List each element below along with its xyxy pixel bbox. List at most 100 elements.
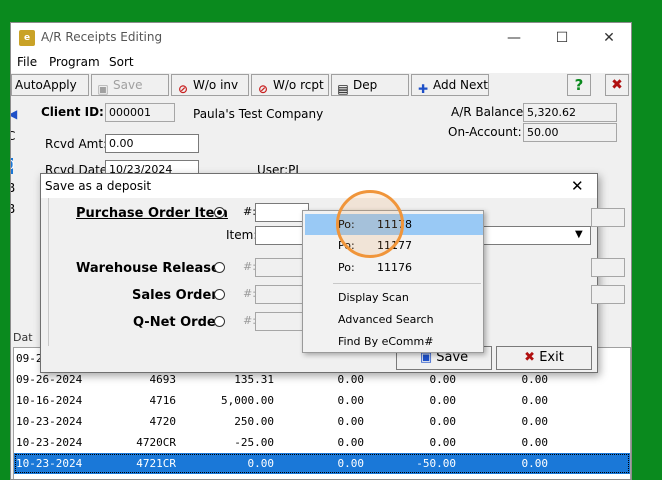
grid-header-date: Dat — [13, 331, 33, 344]
row-col-b: -50.00 — [416, 457, 456, 470]
popup-display-scan-label: Display Scan — [338, 291, 409, 304]
row-col-a: 0.00 — [337, 394, 365, 407]
dialog-exit-button[interactable]: ✖ Exit — [496, 346, 592, 370]
row-amount: -25.00 — [234, 436, 274, 449]
row-col-b: 0.00 — [429, 436, 457, 449]
popup-advanced-search[interactable]: Advanced Search — [305, 309, 483, 330]
background-field-fragment — [591, 208, 625, 227]
wr-number-label: #: — [243, 260, 256, 273]
chevron-down-icon[interactable]: ▼ — [575, 229, 583, 240]
sales-order-radio[interactable] — [214, 289, 225, 300]
row-date: 10-23-2024 — [16, 436, 83, 449]
row-col-c: 0.00 — [521, 415, 549, 428]
autoapply-button[interactable]: AutoApply — [11, 74, 89, 96]
qn-number-label: #: — [243, 314, 256, 327]
exit-x-icon: ✖ — [524, 350, 536, 365]
popup-find-by-ecomm[interactable]: Find By eComm# — [305, 331, 483, 352]
purchase-order-item-radio[interactable] — [214, 207, 225, 218]
background-field-fragment — [591, 285, 625, 304]
table-row[interactable]: 10-23-2024 4720CR -25.00 0.00 0.00 0.00 — [14, 432, 630, 453]
dialog-close-icon[interactable]: ✕ — [571, 177, 584, 195]
po-number-label: #: — [243, 205, 256, 218]
row-col-b: 0.00 — [429, 394, 457, 407]
table-row[interactable]: 10-16-2024 4716 5,000.00 0.00 0.00 0.00 — [14, 390, 630, 411]
warehouse-release-label: Warehouse Release — [76, 261, 220, 276]
popup-separator — [333, 283, 481, 284]
popup-po-value: 11176 — [377, 261, 412, 274]
dialog-left-divider — [43, 198, 49, 346]
deposit-button[interactable]: ▤ Dep — [331, 74, 409, 96]
menu-sort[interactable]: Sort — [109, 55, 134, 69]
item-label: Item: — [226, 228, 258, 242]
deposit-label: Dep — [353, 78, 378, 92]
window-title: A/R Receipts Editing — [41, 30, 163, 44]
popup-po-item[interactable]: Po: 11176 — [305, 257, 483, 278]
row-amount: 250.00 — [234, 415, 274, 428]
add-next-button[interactable]: ✚ Add Next — [411, 74, 489, 96]
background-fragment: B — [11, 202, 15, 216]
row-date: 09-2 — [16, 352, 43, 365]
background-fragment: B — [11, 181, 15, 195]
row-col-b: 0.00 — [429, 415, 457, 428]
help-button[interactable]: ? — [567, 74, 591, 96]
maximize-icon[interactable]: ☐ — [547, 27, 577, 49]
click-highlight-ring — [336, 190, 404, 258]
close-window-icon[interactable]: ✕ — [594, 27, 624, 49]
autoapply-label: AutoApply — [15, 78, 77, 92]
warehouse-release-radio[interactable] — [214, 262, 225, 273]
save-toolbar-button[interactable]: ▣ Save — [91, 74, 169, 96]
popup-display-scan[interactable]: Display Scan — [305, 287, 483, 308]
window-titlebar[interactable]: e A/R Receipts Editing — ☐ ✕ — [11, 23, 631, 53]
row-col-a: 0.00 — [337, 457, 365, 470]
save-toolbar-label: Save — [113, 78, 143, 92]
client-id-field[interactable]: 000001 — [105, 103, 175, 122]
row-col-c: 0.00 — [521, 457, 549, 470]
qnet-order-label: Q-Net Order — [133, 315, 223, 330]
row-number: 4716 — [149, 394, 177, 407]
client-name: Paula's Test Company — [193, 107, 324, 121]
dialog-titlebar[interactable]: Save as a deposit ✕ — [41, 174, 597, 198]
ar-balance-field: 5,320.62 — [523, 103, 617, 122]
so-number-input[interactable] — [255, 285, 309, 304]
client-id-label: Client ID: — [41, 105, 104, 119]
disk-icon: ▣ — [97, 82, 109, 96]
row-col-c: 0.00 — [521, 436, 549, 449]
row-date: 10-23-2024 — [16, 457, 83, 470]
app-icon: e — [19, 30, 35, 46]
purchase-order-item-label: Purchase Order Item — [76, 206, 228, 221]
no-entry-icon: ⊘ — [257, 82, 269, 96]
menu-program[interactable]: Program — [49, 55, 100, 69]
row-number: 4720 — [149, 415, 177, 428]
background-field-fragment — [591, 258, 625, 277]
writeoff-receipt-button[interactable]: ⊘ W/o rcpt — [251, 74, 329, 96]
ar-balance-label: A/R Balance: — [451, 105, 528, 119]
close-form-button[interactable]: ✖ — [605, 74, 629, 96]
qn-number-input[interactable] — [255, 312, 309, 331]
menu-bar: File Program Sort — [11, 53, 631, 73]
dialog-title: Save as a deposit — [45, 179, 152, 193]
table-row[interactable]: 10-23-2024 4720 250.00 0.00 0.00 0.00 — [14, 411, 630, 432]
help-icon: ? — [574, 76, 584, 94]
qnet-order-radio[interactable] — [214, 316, 225, 327]
popup-advanced-search-label: Advanced Search — [338, 313, 434, 326]
po-number-input[interactable] — [255, 203, 309, 222]
rcvd-amt-label: Rcvd Amt: — [45, 137, 108, 151]
rcvd-amt-input[interactable]: 0.00 — [105, 134, 199, 153]
so-number-label: #: — [243, 287, 256, 300]
row-number: 4721CR — [136, 457, 176, 470]
menu-file[interactable]: File — [17, 55, 37, 69]
wr-number-input[interactable] — [255, 258, 309, 277]
writeoff-invoice-label: W/o inv — [193, 78, 239, 92]
on-account-label: On-Account: — [448, 125, 522, 139]
table-row-selected[interactable]: 10-23-2024 4721CR 0.00 0.00 -50.00 0.00 — [14, 453, 630, 474]
background-fragment: 0 — [11, 158, 15, 174]
row-amount: 5,000.00 — [221, 394, 274, 407]
sales-order-label: Sales Order — [132, 288, 218, 303]
row-col-c: 0.00 — [521, 394, 549, 407]
background-fragment: C — [11, 129, 15, 143]
plus-icon: ✚ — [417, 82, 429, 96]
minimize-icon[interactable]: — — [499, 27, 529, 49]
writeoff-invoice-button[interactable]: ⊘ W/o inv — [171, 74, 249, 96]
toolbar: AutoApply ▣ Save ⊘ W/o inv ⊘ W/o rcpt ▤ Dep … — [11, 73, 631, 97]
close-form-icon: ✖ — [611, 77, 623, 93]
